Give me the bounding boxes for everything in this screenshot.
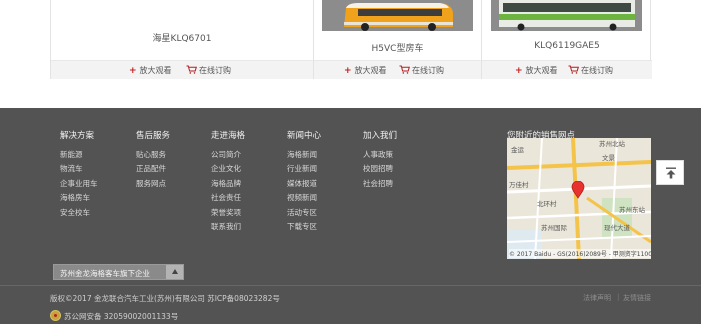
map-marker-icon[interactable] xyxy=(571,181,585,199)
footer-link[interactable]: 海格品牌 xyxy=(211,177,245,191)
map-label: 金运 xyxy=(511,146,524,154)
footer-column-service: 售后服务 贴心服务 正品配件 服务网点 xyxy=(136,129,170,191)
product-list: 海星KLQ6701 + 放大观看 在线订购 H5VC型房车 + 放大观看 在线订… xyxy=(50,0,652,79)
police-record-text: 苏公网安备 32059002001133号 xyxy=(64,312,179,321)
footer-link[interactable]: 人事政策 xyxy=(363,148,397,162)
footer-link[interactable]: 新能源 xyxy=(60,148,98,162)
footer-link[interactable]: 贴心服务 xyxy=(136,148,170,162)
footer-column-solutions: 解决方案 新能源 物流车 企事业用车 海格房车 安全校车 xyxy=(60,129,98,220)
plus-icon: + xyxy=(344,66,352,76)
map-label: 北环村 xyxy=(537,200,557,208)
order-online-label: 在线订购 xyxy=(412,66,444,75)
plus-icon: + xyxy=(129,66,137,76)
footer-column-title[interactable]: 走进海格 xyxy=(211,129,245,141)
footer-column-careers: 加入我们 人事政策 校园招聘 社会招聘 xyxy=(363,129,397,191)
map-label: 苏州东站 xyxy=(619,206,645,214)
footer-link[interactable]: 海格房车 xyxy=(60,191,98,205)
zoom-view-link[interactable]: + 放大观看 xyxy=(515,65,558,76)
product-actions: + 放大观看 在线订购 xyxy=(482,60,652,79)
footer-link[interactable]: 活动专区 xyxy=(287,206,321,220)
product-card[interactable]: H5VC型房车 + 放大观看 在线订购 xyxy=(313,0,481,79)
dropdown-arrow-icon xyxy=(172,269,178,274)
dealer-map[interactable]: 金运 文景 万佳村 北环村 现代大道 苏州国际 苏州东站 苏州北站 © 2017… xyxy=(507,138,651,259)
zoom-view-label: 放大观看 xyxy=(525,66,558,75)
product-image[interactable] xyxy=(322,0,473,31)
product-name[interactable]: KLQ6119GAE5 xyxy=(482,41,652,51)
footer-column-about: 走进海格 公司简介 企业文化 海格品牌 社会责任 荣誉奖项 联系我们 xyxy=(211,129,245,234)
footer-link[interactable]: 正品配件 xyxy=(136,162,170,176)
product-card[interactable]: KLQ6119GAE5 + 放大观看 在线订购 xyxy=(481,0,652,79)
bus-image xyxy=(322,0,473,31)
dropdown-button[interactable] xyxy=(166,265,183,279)
affiliates-dropdown[interactable]: 苏州金龙海格客车旗下企业 xyxy=(53,264,184,280)
footer-link[interactable]: 行业新闻 xyxy=(287,162,321,176)
order-online-link[interactable]: 在线订购 xyxy=(399,65,444,76)
order-online-link[interactable]: 在线订购 xyxy=(186,65,231,76)
footer-link[interactable]: 校园招聘 xyxy=(363,162,397,176)
police-record[interactable]: 苏公网安备 32059002001133号 xyxy=(50,310,178,322)
map-label: 现代大道 xyxy=(604,224,630,232)
zoom-view-link[interactable]: + 放大观看 xyxy=(129,65,172,76)
cart-icon xyxy=(399,65,410,74)
copyright-text: 版权©2017 金龙联合汽车工业(苏州)有限公司 苏ICP备08023282号 xyxy=(50,294,280,303)
map-label: 文景 xyxy=(602,154,615,162)
back-to-top-icon xyxy=(666,167,676,179)
legal-notice-link[interactable]: 法律声明 xyxy=(583,293,611,303)
cart-icon xyxy=(568,65,579,74)
friend-links-link[interactable]: 友情链接 xyxy=(623,293,651,303)
footer-divider xyxy=(0,285,701,286)
footer-link[interactable]: 下载专区 xyxy=(287,220,321,234)
cart-icon xyxy=(186,65,197,74)
order-online-link[interactable]: 在线订购 xyxy=(568,65,613,76)
footer-link[interactable]: 安全校车 xyxy=(60,206,98,220)
map-attribution: © 2017 Baidu - GS(2016)2089号 - 甲测资字11009… xyxy=(509,249,651,258)
footer-link[interactable]: 公司简介 xyxy=(211,148,245,162)
map-label: 苏州国际 xyxy=(541,224,567,232)
footer-link[interactable]: 视频新闻 xyxy=(287,191,321,205)
product-name[interactable]: 海星KLQ6701 xyxy=(51,31,313,44)
zoom-view-label: 放大观看 xyxy=(139,66,172,75)
footer-column-title[interactable]: 加入我们 xyxy=(363,129,397,141)
footer-column-title[interactable]: 新闻中心 xyxy=(287,129,321,141)
product-image[interactable] xyxy=(491,0,642,31)
footer-link[interactable]: 企业文化 xyxy=(211,162,245,176)
map-label: 万佳村 xyxy=(509,181,529,189)
bus-image xyxy=(491,0,642,31)
product-name[interactable]: H5VC型房车 xyxy=(314,41,481,54)
footer-column-title[interactable]: 售后服务 xyxy=(136,129,170,141)
site-footer: 解决方案 新能源 物流车 企事业用车 海格房车 安全校车 售后服务 贴心服务 正… xyxy=(0,108,701,324)
footer-link[interactable]: 物流车 xyxy=(60,162,98,176)
police-badge-icon xyxy=(50,310,61,321)
footer-link[interactable]: 海格新闻 xyxy=(287,148,321,162)
footer-link[interactable]: 荣誉奖项 xyxy=(211,206,245,220)
product-actions: + 放大观看 在线订购 xyxy=(51,60,313,79)
footer-link[interactable]: 社会责任 xyxy=(211,191,245,205)
footer-column-title[interactable]: 解决方案 xyxy=(60,129,98,141)
footer-link[interactable]: 服务网点 xyxy=(136,177,170,191)
footer-link[interactable]: 企事业用车 xyxy=(60,177,98,191)
footer-link[interactable]: 媒体报道 xyxy=(287,177,321,191)
footer-link[interactable]: 联系我们 xyxy=(211,220,245,234)
product-actions: + 放大观看 在线订购 xyxy=(314,60,481,79)
map-label: 苏州北站 xyxy=(599,140,625,148)
product-card[interactable]: 海星KLQ6701 + 放大观看 在线订购 xyxy=(51,0,313,79)
plus-icon: + xyxy=(515,66,523,76)
zoom-view-link[interactable]: + 放大观看 xyxy=(344,65,387,76)
order-online-label: 在线订购 xyxy=(581,66,613,75)
back-to-top-button[interactable] xyxy=(656,160,684,185)
footer-column-news: 新闻中心 海格新闻 行业新闻 媒体报道 视频新闻 活动专区 下载专区 xyxy=(287,129,321,234)
zoom-view-label: 放大观看 xyxy=(354,66,387,75)
link-separator: | xyxy=(617,293,620,301)
dropdown-selected: 苏州金龙海格客车旗下企业 xyxy=(60,269,150,278)
order-online-label: 在线订购 xyxy=(199,66,231,75)
footer-link[interactable]: 社会招聘 xyxy=(363,177,397,191)
